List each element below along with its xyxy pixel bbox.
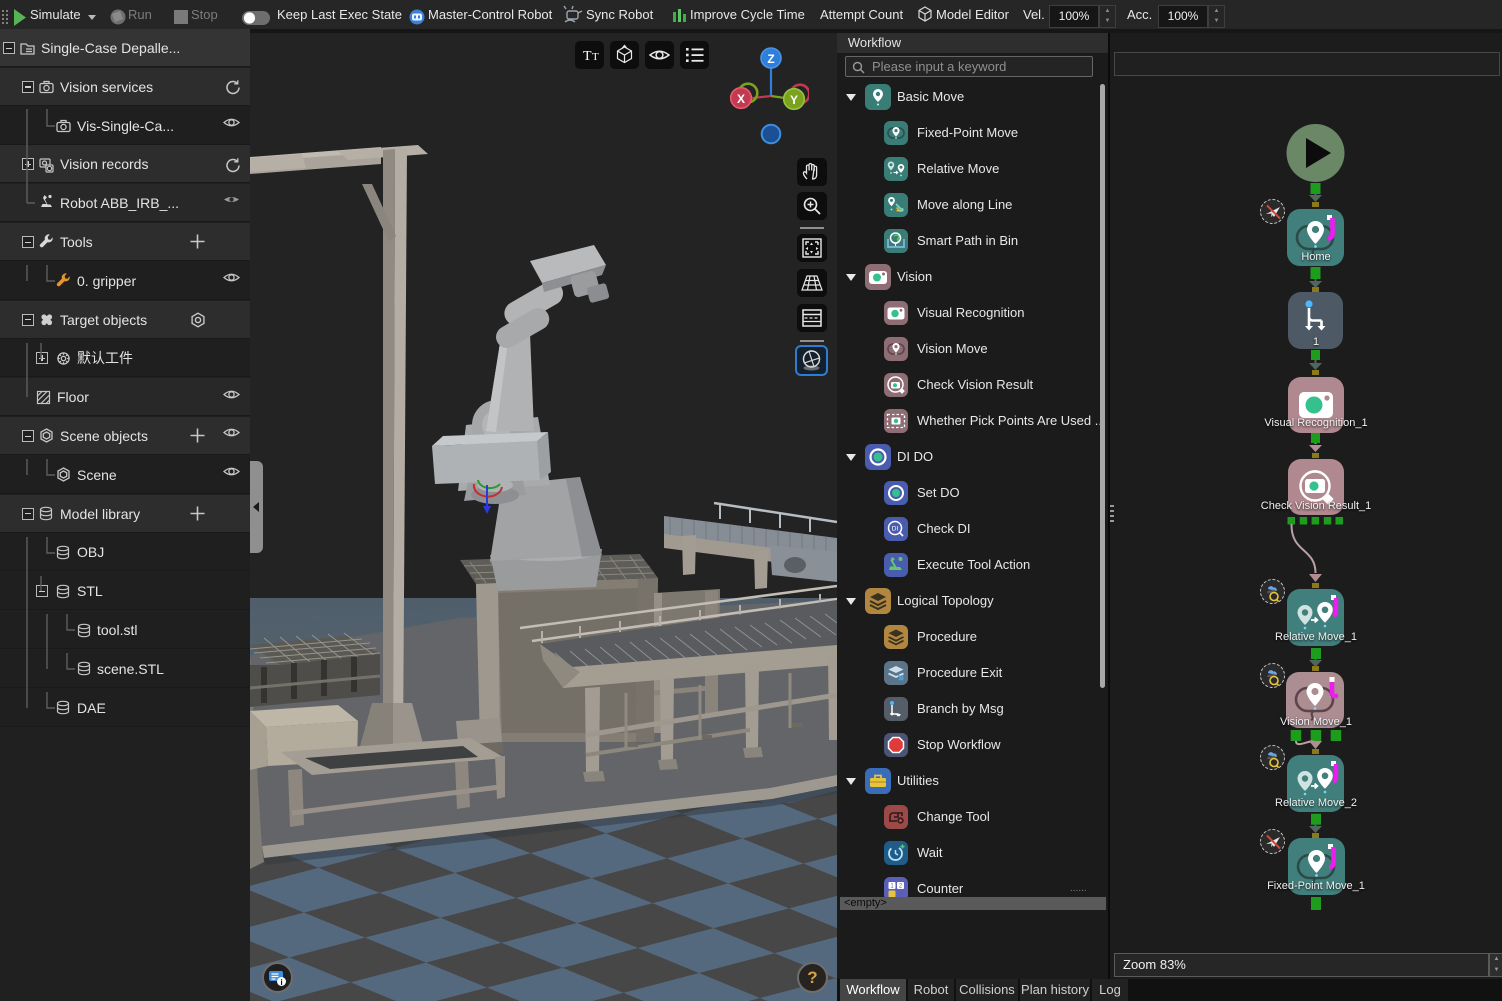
svg-text:i: i <box>280 977 282 987</box>
svg-text:Z: Z <box>767 52 774 66</box>
svg-text:Y: Y <box>790 93 798 107</box>
svg-text:T: T <box>583 49 592 64</box>
svg-text:DI: DI <box>892 526 899 533</box>
svg-text:T: T <box>592 51 599 63</box>
svg-text:X: X <box>737 92 745 106</box>
